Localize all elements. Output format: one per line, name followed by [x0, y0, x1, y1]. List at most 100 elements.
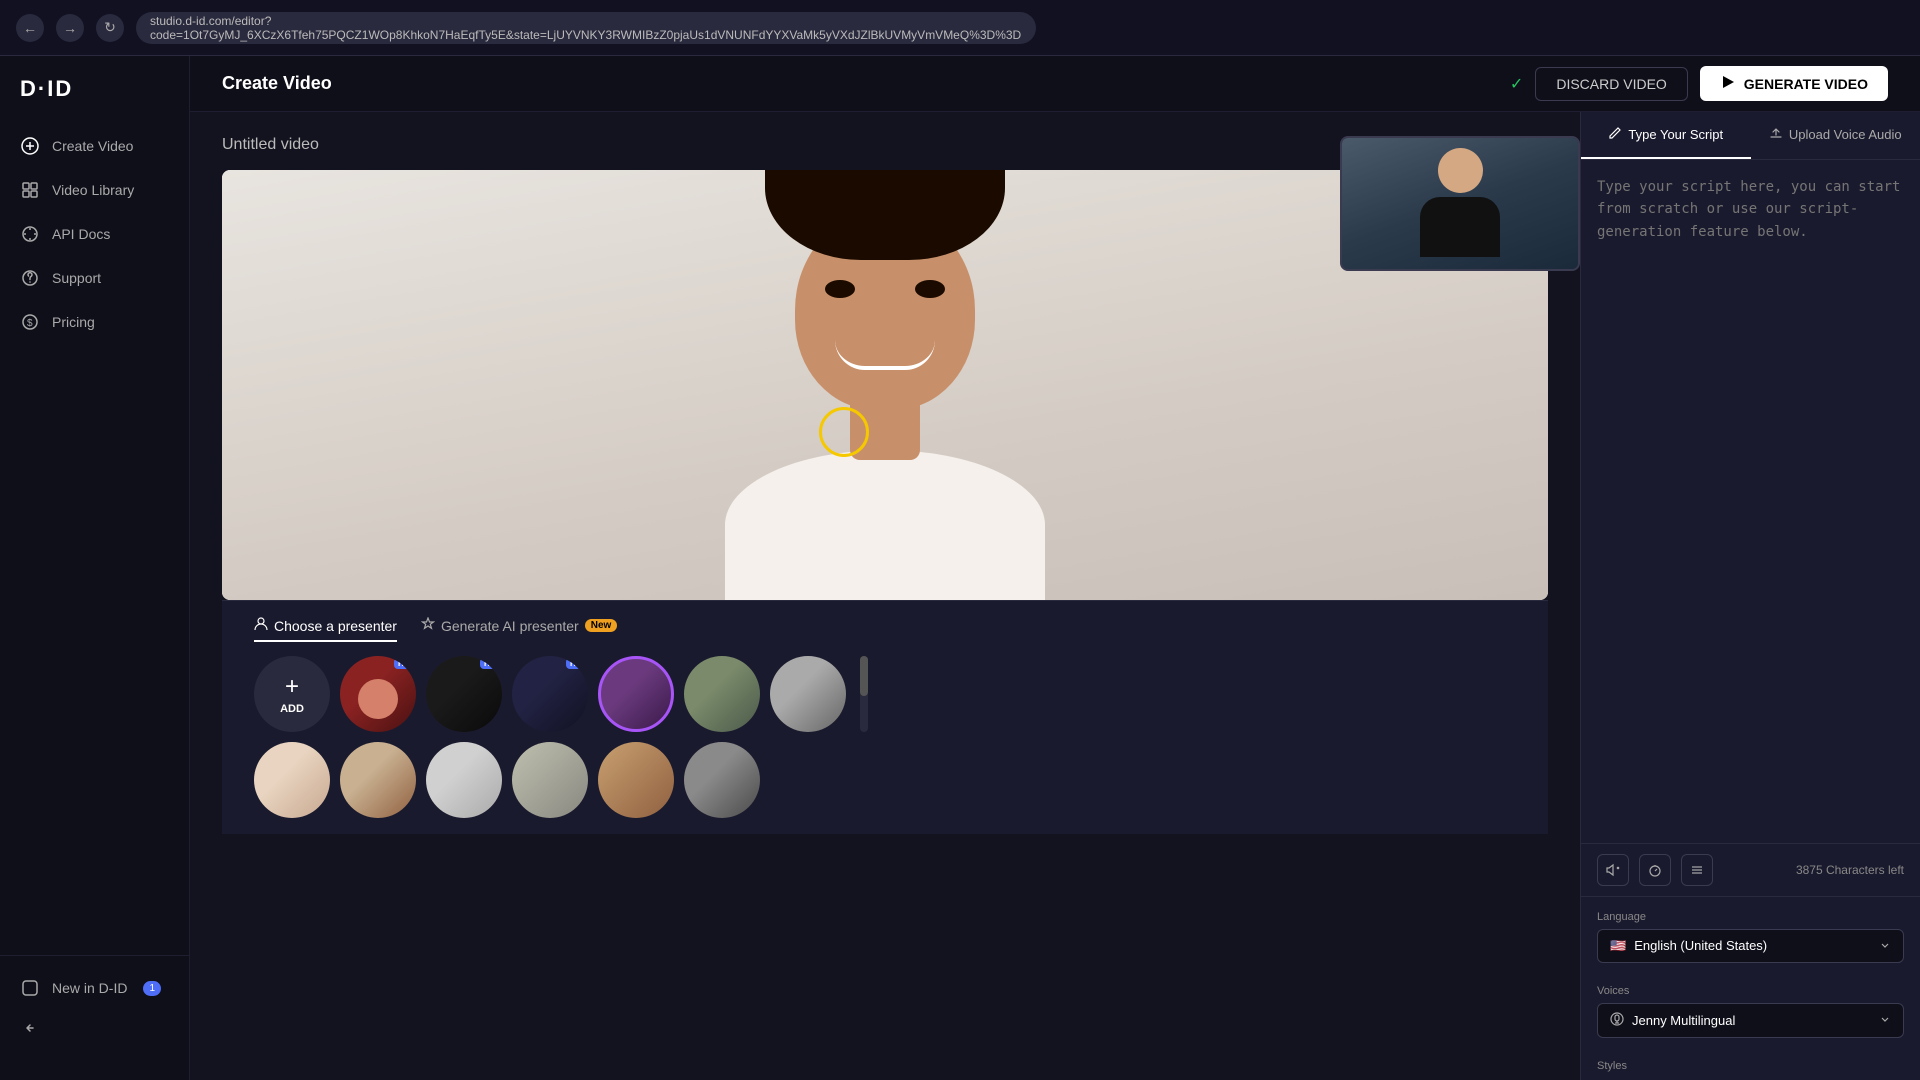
floating-webcam-overlay [1340, 136, 1580, 271]
svg-text:$: $ [27, 318, 33, 329]
presenter-thumb-12[interactable] [684, 742, 760, 818]
presenter-picker: Choose a presenter Generate AI presenter… [222, 600, 1548, 834]
sidebar: D·ID Create Video Video Library API Docs [0, 56, 190, 1080]
page-header: Create Video ✓ DISCARD VIDEO GENERATE VI… [190, 56, 1920, 112]
language-label: Language [1597, 911, 1904, 923]
app-body: D·ID Create Video Video Library API Docs [0, 56, 1920, 1080]
back-icon [20, 1018, 40, 1038]
presenter-thumb-10[interactable] [512, 742, 588, 818]
new-label: New in D-ID [52, 980, 127, 996]
sidebar-bottom: New in D-ID 1 [0, 955, 189, 1060]
sidebar-item-new-in-did[interactable]: New in D-ID 1 [0, 968, 189, 1008]
voices-section: Voices Jenny Multilingual [1581, 977, 1920, 1052]
voices-select[interactable]: Jenny Multilingual [1597, 1003, 1904, 1038]
tab-generate-label: Generate AI presenter [441, 618, 579, 634]
edit-icon [1608, 126, 1622, 143]
sidebar-item-pricing[interactable]: $ Pricing [0, 302, 189, 342]
hq-badge: HQ [394, 658, 414, 669]
url-text: studio.d-id.com/editor?code=1Ot7GyMJ_6XC… [150, 14, 1022, 42]
sidebar-item-support[interactable]: Support [0, 258, 189, 298]
sidebar-item-video-library[interactable]: Video Library [0, 170, 189, 210]
sidebar-item-label: Video Library [52, 182, 134, 198]
add-label: ADD [280, 703, 304, 715]
script-input[interactable] [1597, 176, 1904, 556]
presenter-thumb-1[interactable]: HQ [340, 656, 416, 732]
webcam-feed [1342, 138, 1578, 269]
grid-icon [20, 180, 40, 200]
settings-button[interactable] [1681, 854, 1713, 886]
presenter-thumb-6[interactable] [770, 656, 846, 732]
plus-icon [20, 136, 40, 156]
script-area [1581, 160, 1920, 843]
generate-icon [1720, 74, 1736, 93]
forward-button[interactable]: → [56, 14, 84, 42]
timer-button[interactable] [1639, 854, 1671, 886]
ai-icon [421, 617, 435, 634]
presenter-thumb-3[interactable]: HQ [512, 656, 588, 732]
tab-generate-ai[interactable]: Generate AI presenter New [421, 617, 617, 642]
voices-label: Voices [1597, 985, 1904, 997]
hq-badge: HQ [480, 658, 500, 669]
scrollbar[interactable] [860, 656, 868, 732]
voice-icon [1610, 1012, 1624, 1029]
right-panel: Type Your Script Upload Voice Audio [1580, 112, 1920, 1080]
sidebar-nav: Create Video Video Library API Docs Supp… [0, 126, 189, 955]
presenter-thumb-5[interactable] [684, 656, 760, 732]
main-content: Create Video ✓ DISCARD VIDEO GENERATE VI… [190, 56, 1920, 1080]
voices-value: Jenny Multilingual [1632, 1013, 1735, 1028]
person-icon [254, 617, 268, 634]
refresh-button[interactable]: ↻ [96, 14, 124, 42]
presenter-thumb-9[interactable] [426, 742, 502, 818]
sidebar-item-label: API Docs [52, 226, 110, 242]
sidebar-item-label: Create Video [52, 138, 133, 154]
tab-upload-voice[interactable]: Upload Voice Audio [1751, 112, 1920, 159]
character-count: 3875 Characters left [1796, 863, 1904, 877]
script-footer: 3875 Characters left [1581, 843, 1920, 896]
mute-button[interactable] [1597, 854, 1629, 886]
presenter-thumb-2[interactable]: HQ [426, 656, 502, 732]
logo: D·ID [0, 76, 189, 126]
language-value: English (United States) [1634, 938, 1767, 953]
generate-label: GENERATE VIDEO [1744, 76, 1868, 92]
save-status-icon: ✓ [1510, 74, 1523, 94]
sidebar-item-create-video[interactable]: Create Video [0, 126, 189, 166]
tab-type-script[interactable]: Type Your Script [1581, 112, 1751, 159]
styles-label: Styles [1597, 1060, 1904, 1072]
pricing-icon: $ [20, 312, 40, 332]
new-badge-count: 1 [143, 981, 161, 996]
styles-section: Styles [1581, 1052, 1920, 1080]
back-button[interactable]: ← [16, 14, 44, 42]
support-icon [20, 268, 40, 288]
header-actions: ✓ DISCARD VIDEO GENERATE VIDEO [1510, 66, 1888, 101]
language-section: Language 🇺🇸 English (United States) [1581, 896, 1920, 977]
hq-badge: HQ [566, 658, 586, 669]
new-badge: New [585, 619, 618, 632]
sidebar-item-back[interactable] [0, 1008, 189, 1048]
scrollbar-thumb [860, 656, 868, 696]
presenter-thumb-7[interactable] [254, 742, 330, 818]
script-tabs: Type Your Script Upload Voice Audio [1581, 112, 1920, 160]
chevron-down-icon [1879, 1013, 1891, 1028]
type-script-label: Type Your Script [1628, 127, 1723, 142]
sidebar-item-label: Support [52, 270, 101, 286]
api-icon [20, 224, 40, 244]
tab-choose-label: Choose a presenter [274, 618, 397, 634]
page-title: Create Video [222, 73, 332, 94]
new-icon [20, 978, 40, 998]
presenter-thumb-4-active[interactable] [598, 656, 674, 732]
url-bar[interactable]: studio.d-id.com/editor?code=1Ot7GyMJ_6XC… [136, 12, 1036, 44]
presenter-thumb-11[interactable] [598, 742, 674, 818]
add-icon: + [285, 673, 299, 701]
browser-bar: ← → ↻ studio.d-id.com/editor?code=1Ot7Gy… [16, 12, 1904, 44]
flag-icon: 🇺🇸 [1610, 938, 1626, 953]
language-select[interactable]: 🇺🇸 English (United States) [1597, 929, 1904, 963]
add-presenter-button[interactable]: + ADD [254, 656, 330, 732]
chevron-down-icon [1879, 939, 1891, 954]
tab-choose-presenter[interactable]: Choose a presenter [254, 617, 397, 642]
sidebar-item-label: Pricing [52, 314, 95, 330]
video-editor-area: Choose a presenter Generate AI presenter… [190, 112, 1920, 1080]
sidebar-item-api-docs[interactable]: API Docs [0, 214, 189, 254]
discard-video-button[interactable]: DISCARD VIDEO [1535, 67, 1687, 101]
generate-video-button[interactable]: GENERATE VIDEO [1700, 66, 1888, 101]
presenter-thumb-8[interactable] [340, 742, 416, 818]
